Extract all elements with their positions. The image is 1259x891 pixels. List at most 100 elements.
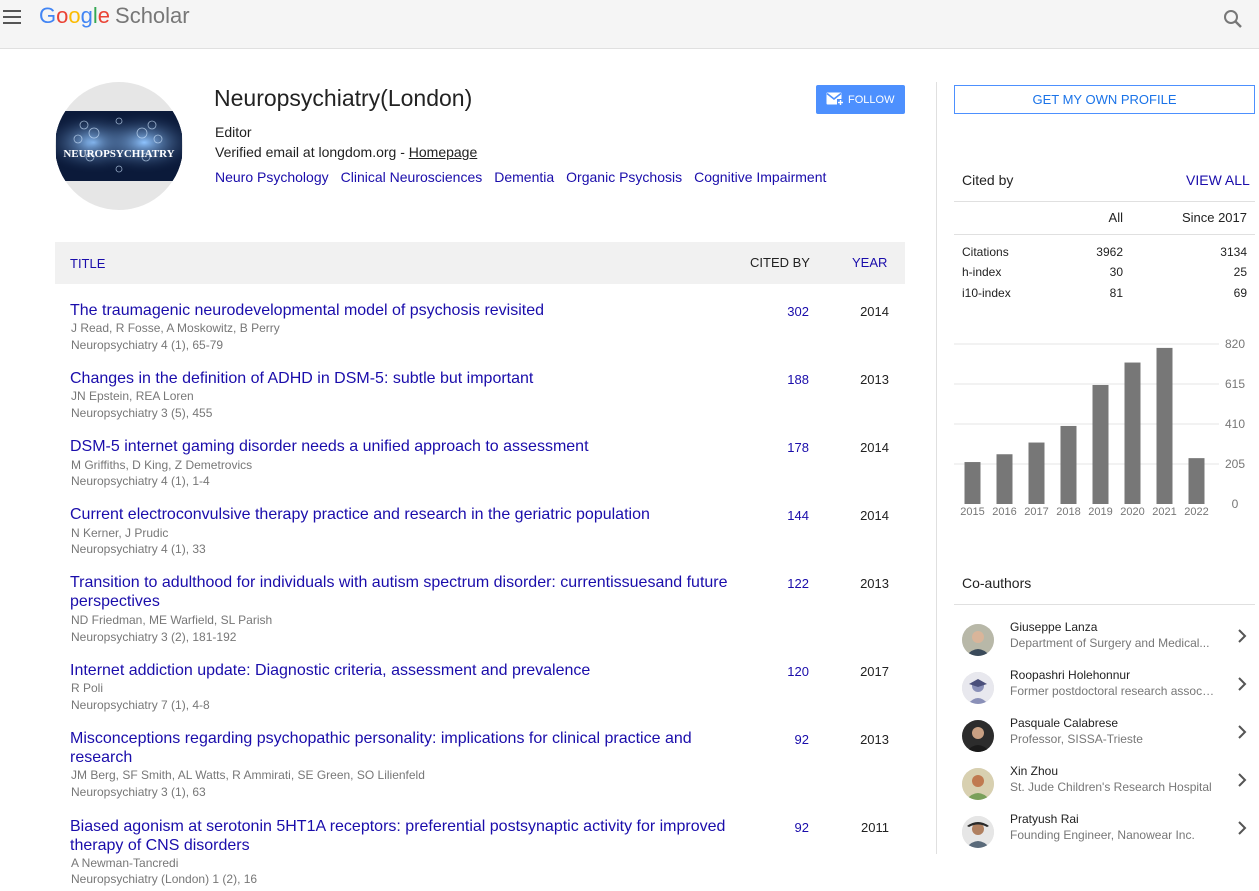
interest-link[interactable]: Organic Psychosis — [566, 169, 682, 185]
chart-x-tick-label: 2018 — [1056, 506, 1080, 518]
article-year: 2014 — [860, 508, 889, 523]
chart-bar[interactable] — [1188, 458, 1205, 504]
profile-affiliation: Editor — [215, 124, 252, 140]
chevron-right-icon — [1238, 629, 1247, 643]
article-venue: Neuropsychiatry 4 (1), 33 — [71, 542, 206, 556]
chart-bar[interactable] — [1124, 362, 1141, 504]
interest-link[interactable]: Clinical Neurosciences — [341, 169, 483, 185]
article-authors: ND Friedman, ME Warfield, SL Parish — [71, 613, 273, 627]
article-row: Misconceptions regarding psychopathic pe… — [55, 729, 905, 799]
article-year: 2013 — [860, 732, 889, 747]
interest-link[interactable]: Neuro Psychology — [215, 169, 329, 185]
article-row: DSM-5 internet gaming disorder needs a u… — [55, 437, 905, 505]
divider — [954, 201, 1255, 202]
coauthor-affiliation: Former postdoctoral research associate..… — [1010, 684, 1215, 698]
article-title-link[interactable]: Transition to adulthood for individuals … — [70, 573, 735, 611]
menu-icon[interactable] — [3, 10, 21, 24]
article-year: 2013 — [860, 372, 889, 387]
article-authors: JN Epstein, REA Loren — [71, 389, 194, 403]
article-year: 2014 — [860, 440, 889, 455]
column-all-header: All — [1108, 210, 1123, 225]
chart-bar[interactable] — [964, 462, 981, 504]
chart-x-tick-label: 2016 — [992, 506, 1016, 518]
cited-by-count[interactable]: 178 — [755, 440, 809, 455]
chart-y-tick-label: 615 — [1225, 377, 1245, 391]
article-title-link[interactable]: Internet addiction update: Diagnostic cr… — [70, 661, 735, 680]
cited-by-count[interactable]: 302 — [755, 304, 809, 319]
cited-by-count[interactable]: 120 — [755, 664, 809, 679]
coauthor-item[interactable]: Roopashri Holehonnur Former postdoctoral… — [954, 668, 1255, 716]
chevron-right-icon — [1238, 725, 1247, 739]
stat-row-citations: Citations 3962 3134 — [962, 245, 1247, 265]
article-row: Internet addiction update: Diagnostic cr… — [55, 661, 905, 729]
article-title-link[interactable]: Changes in the definition of ADHD in DSM… — [70, 369, 735, 388]
chart-y-tick-label: 820 — [1225, 337, 1245, 351]
cited-by-count[interactable]: 122 — [755, 576, 809, 591]
follow-button[interactable]: FOLLOW — [816, 85, 905, 114]
stat-row-h-index: h-index 30 25 — [962, 265, 1247, 285]
article-title-link[interactable]: Misconceptions regarding psychopathic pe… — [70, 729, 735, 767]
article-venue: Neuropsychiatry 3 (2), 181-192 — [71, 630, 237, 644]
article-title-link[interactable]: The traumagenic neurodevelopmental model… — [70, 301, 735, 320]
profile-email: Verified email at longdom.org - Homepage — [215, 144, 477, 160]
cited-by-count[interactable]: 92 — [755, 732, 809, 747]
cited-by-count[interactable]: 92 — [755, 820, 809, 835]
coauthor-affiliation: Professor, SISSA-Trieste — [1010, 732, 1143, 746]
chart-bar[interactable] — [1156, 347, 1173, 504]
article-year: 2011 — [861, 820, 889, 835]
chart-x-tick-label: 2015 — [960, 506, 984, 518]
chart-bar[interactable] — [1028, 442, 1045, 504]
logo-letter: G — [39, 3, 57, 28]
article-authors: N Kerner, J Prudic — [71, 526, 169, 540]
chart-x-tick-label: 2022 — [1184, 506, 1208, 518]
article-row: Biased agonism at serotonin 5HT1A recept… — [55, 817, 905, 886]
stat-label: i10-index — [962, 286, 1011, 300]
column-since-header: Since 2017 — [1181, 210, 1247, 225]
coauthor-name: Pratyush Rai — [1010, 812, 1079, 826]
coauthor-item[interactable]: Giuseppe Lanza Department of Surgery and… — [954, 620, 1255, 668]
coauthor-item[interactable]: Pratyush Rai Founding Engineer, Nanowear… — [954, 812, 1255, 860]
interest-link[interactable]: Cognitive Impairment — [694, 169, 826, 185]
article-title-link[interactable]: Current electroconvulsive therapy practi… — [70, 505, 735, 524]
view-all-link[interactable]: VIEW ALL — [1186, 172, 1250, 188]
column-divider — [936, 82, 937, 854]
logo-letter: o — [68, 3, 81, 28]
avatar-image: NEUROPSYCHIATRY — [56, 111, 182, 181]
interest-link[interactable]: Dementia — [494, 169, 554, 185]
coauthor-avatar — [962, 624, 994, 656]
chart-y-tick-label: 0 — [1232, 497, 1239, 511]
coauthor-affiliation: St. Jude Children's Research Hospital — [1010, 780, 1212, 794]
cited-by-count[interactable]: 188 — [755, 372, 809, 387]
sort-by-title[interactable]: TITLE — [70, 256, 105, 271]
article-authors: JM Berg, SF Smith, AL Watts, R Ammirati,… — [71, 768, 425, 782]
chart-bar[interactable] — [1092, 384, 1109, 504]
coauthor-item[interactable]: Pasquale Calabrese Professor, SISSA-Trie… — [954, 716, 1255, 764]
cited-by-heading: Cited by — [962, 172, 1014, 188]
article-title-link[interactable]: Biased agonism at serotonin 5HT1A recept… — [70, 817, 735, 855]
chart-bar[interactable] — [1060, 425, 1077, 504]
stat-since: 25 — [1233, 265, 1247, 279]
article-year: 2014 — [860, 304, 889, 319]
coauthor-avatar — [962, 720, 994, 752]
stat-label: h-index — [962, 265, 1002, 279]
google-scholar-logo[interactable]: Google Scholar — [39, 3, 190, 29]
chart-y-tick-label: 410 — [1225, 417, 1245, 431]
stat-all: 30 — [1109, 265, 1123, 279]
cited-by-count[interactable]: 144 — [755, 508, 809, 523]
profile-avatar: NEUROPSYCHIATRY — [55, 82, 183, 210]
coauthor-item[interactable]: Xin Zhou St. Jude Children's Research Ho… — [954, 764, 1255, 812]
search-icon[interactable] — [1223, 9, 1243, 29]
article-year: 2017 — [860, 664, 889, 679]
coauthor-affiliation: Department of Surgery and Medical... — [1010, 636, 1210, 650]
article-title-link[interactable]: DSM-5 internet gaming disorder needs a u… — [70, 437, 735, 456]
chevron-right-icon — [1238, 677, 1247, 691]
homepage-link[interactable]: Homepage — [409, 144, 478, 160]
coauthor-avatar — [962, 816, 994, 848]
sort-by-year[interactable]: YEAR — [852, 255, 887, 270]
article-year: 2013 — [860, 576, 889, 591]
get-my-own-profile-button[interactable]: GET MY OWN PROFILE — [954, 85, 1255, 114]
sort-by-cited[interactable]: CITED BY — [750, 255, 810, 270]
chart-bar[interactable] — [996, 454, 1013, 504]
profile-name: Neuropsychiatry(London) — [214, 85, 473, 111]
citations-per-year-chart: 820 615 410 205 0 2015 2016 2017 2018 2019 2020 202… — [954, 337, 1245, 518]
